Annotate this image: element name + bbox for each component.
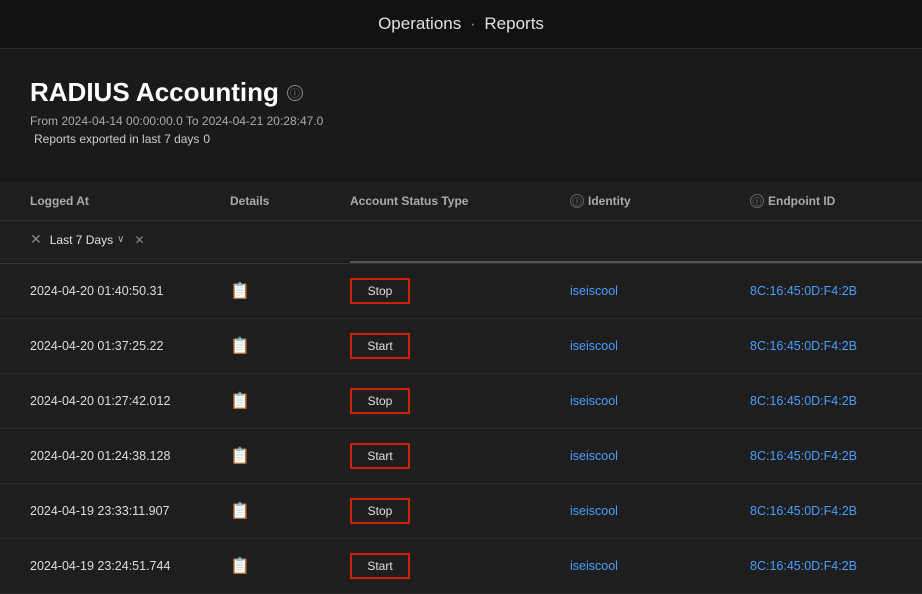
cell-logged-at: 2024-04-20 01:40:50.31 [30, 270, 230, 312]
cell-logged-at: 2024-04-20 01:24:38.128 [30, 435, 230, 477]
data-rows: 2024-04-20 01:40:50.31 📋 Stop iseiscool … [0, 264, 922, 594]
nav-reports[interactable]: Reports [484, 14, 544, 33]
cell-endpoint-id[interactable]: 8C:16:45:0D:F4:2B [750, 490, 922, 532]
cell-identity[interactable]: iseiscool [570, 380, 750, 422]
details-icon[interactable]: 📋 [230, 556, 250, 576]
cell-identity[interactable]: iseiscool [570, 270, 750, 312]
status-badge: Stop [350, 278, 410, 304]
cell-details: 📋 [230, 377, 350, 425]
cell-endpoint-id[interactable]: 8C:16:45:0D:F4:2B [750, 325, 922, 367]
cell-status: Start [350, 539, 570, 593]
page-header: RADIUS Accounting ⓘ From 2024-04-14 00:0… [0, 49, 922, 162]
status-badge: Start [350, 333, 410, 359]
table-header: Logged At Details Account Status Type ⓘ … [0, 182, 922, 221]
cell-status: Start [350, 429, 570, 483]
table-container: Logged At Details Account Status Type ⓘ … [0, 182, 922, 594]
table-row: 2024-04-19 23:33:11.907 📋 Stop iseiscool… [0, 484, 922, 539]
col-endpoint-id: ⓘ Endpoint ID [750, 194, 922, 208]
status-badge: Start [350, 553, 410, 579]
table-row: 2024-04-19 23:24:51.744 📋 Start iseiscoo… [0, 539, 922, 594]
cell-endpoint-id[interactable]: 8C:16:45:0D:F4:2B [750, 435, 922, 477]
filter-row: ✕ Last 7 Days ∨ ✕ [0, 221, 922, 259]
table-row: 2024-04-20 01:40:50.31 📋 Stop iseiscool … [0, 264, 922, 319]
col-account-status-type: Account Status Type [350, 194, 570, 208]
cell-logged-at: 2024-04-20 01:37:25.22 [30, 325, 230, 367]
cell-details: 📋 [230, 322, 350, 370]
cell-logged-at: 2024-04-19 23:24:51.744 [30, 545, 230, 587]
cell-identity[interactable]: iseiscool [570, 435, 750, 477]
cell-details: 📋 [230, 267, 350, 315]
cell-logged-at: 2024-04-20 01:27:42.012 [30, 380, 230, 422]
filter-tag-close-button[interactable]: ✕ [134, 233, 144, 247]
nav-separator: · [470, 14, 476, 33]
cell-details: 📋 [230, 432, 350, 480]
details-icon[interactable]: 📋 [230, 446, 250, 466]
title-info-icon[interactable]: ⓘ [287, 85, 303, 101]
details-icon[interactable]: 📋 [230, 391, 250, 411]
cell-status: Stop [350, 374, 570, 428]
cell-identity[interactable]: iseiscool [570, 490, 750, 532]
cell-logged-at: 2024-04-19 23:33:11.907 [30, 490, 230, 532]
top-nav: Operations · Reports [0, 0, 922, 49]
endpoint-info-icon[interactable]: ⓘ [750, 194, 764, 208]
table-row: 2024-04-20 01:27:42.012 📋 Stop iseiscool… [0, 374, 922, 429]
cell-identity[interactable]: iseiscool [570, 325, 750, 367]
details-icon[interactable]: 📋 [230, 281, 250, 301]
table-row: 2024-04-20 01:24:38.128 📋 Start iseiscoo… [0, 429, 922, 484]
details-icon[interactable]: 📋 [230, 501, 250, 521]
date-range: From 2024-04-14 00:00:00.0 To 2024-04-21… [30, 114, 892, 128]
cell-endpoint-id[interactable]: 8C:16:45:0D:F4:2B [750, 380, 922, 422]
filter-clear-button[interactable]: ✕ [30, 231, 42, 248]
page-title: RADIUS Accounting [30, 77, 279, 108]
status-badge: Stop [350, 498, 410, 524]
details-icon[interactable]: 📋 [230, 336, 250, 356]
cell-details: 📋 [230, 487, 350, 535]
cell-status: Stop [350, 264, 570, 318]
status-badge: Start [350, 443, 410, 469]
cell-status: Start [350, 319, 570, 373]
nav-operations[interactable]: Operations [378, 14, 461, 33]
filter-chevron-icon: ∨ [117, 234, 124, 245]
title-row: RADIUS Accounting ⓘ [30, 77, 892, 108]
filter-tag-last7days[interactable]: Last 7 Days ∨ [50, 233, 125, 247]
identity-info-icon[interactable]: ⓘ [570, 194, 584, 208]
col-logged-at: Logged At [30, 194, 230, 208]
table-row: 2024-04-20 01:37:25.22 📋 Start iseiscool… [0, 319, 922, 374]
col-details: Details [230, 194, 350, 208]
reports-exported-count: 0 [203, 132, 210, 146]
col-identity: ⓘ Identity [570, 194, 750, 208]
filter-tag-label: Last 7 Days [50, 233, 113, 247]
status-badge: Stop [350, 388, 410, 414]
cell-identity[interactable]: iseiscool [570, 545, 750, 587]
cell-endpoint-id[interactable]: 8C:16:45:0D:F4:2B [750, 545, 922, 587]
cell-status: Stop [350, 484, 570, 538]
cell-endpoint-id[interactable]: 8C:16:45:0D:F4:2B [750, 270, 922, 312]
cell-details: 📋 [230, 542, 350, 590]
reports-exported-label: Reports exported in last 7 days0 [30, 132, 892, 146]
